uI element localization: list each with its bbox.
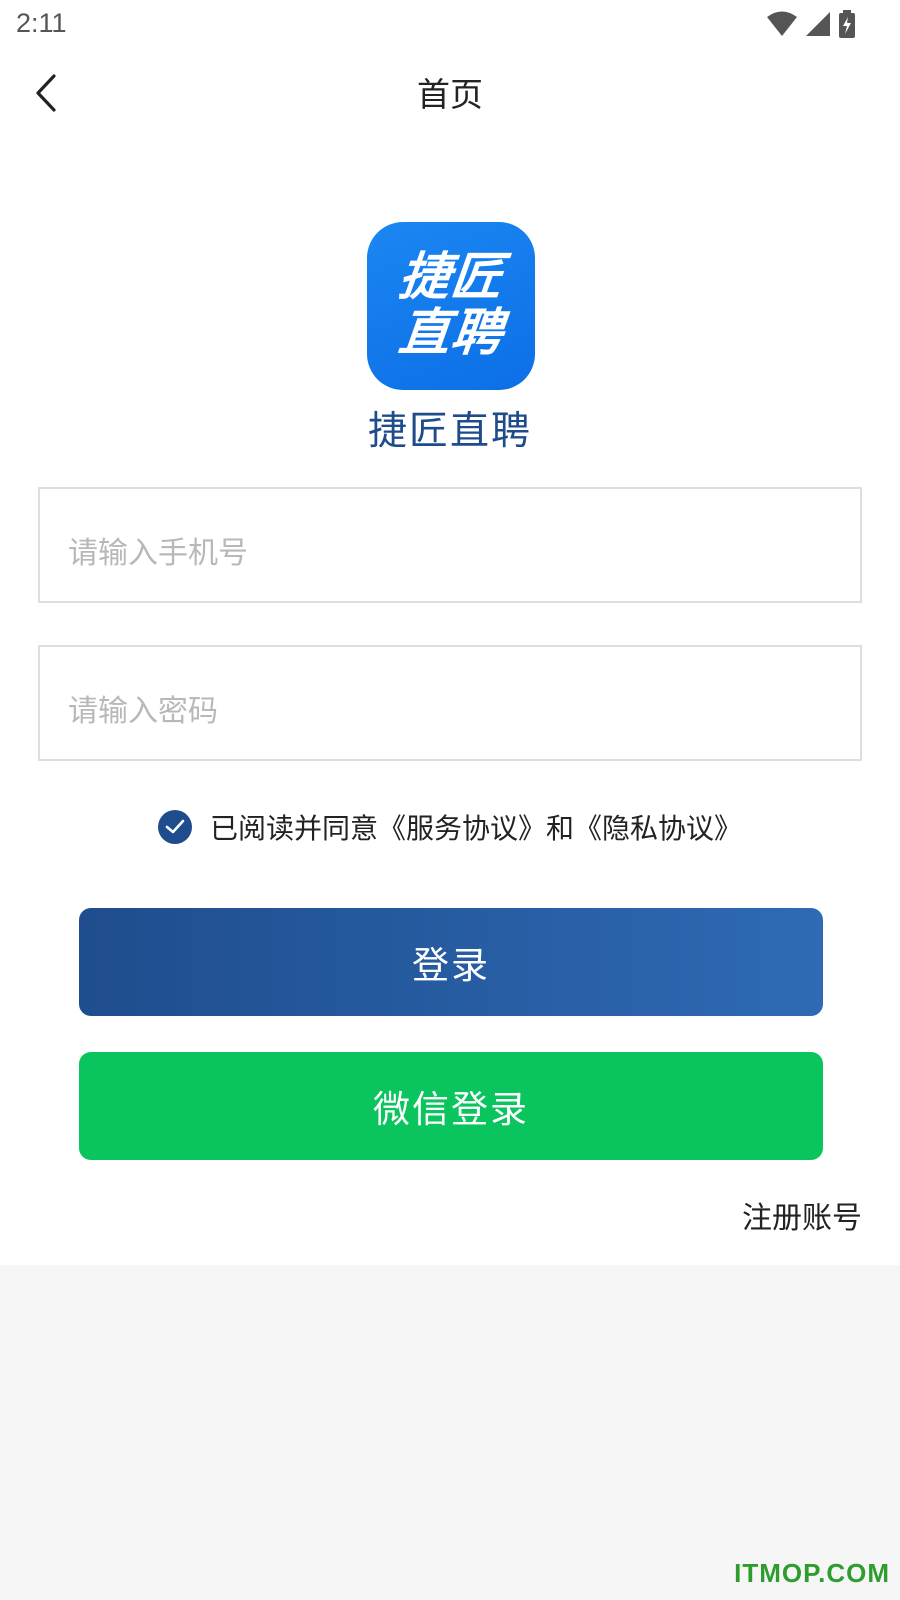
agreement-row: 已阅读并同意《服务协议》和《隐私协议》 <box>0 805 900 849</box>
phone-input[interactable] <box>68 489 828 601</box>
cellular-signal-icon <box>806 12 830 36</box>
logo-text-line1: 捷匠 <box>395 248 507 307</box>
password-input-container <box>38 645 862 761</box>
login-screen: 2:11 首页 捷匠 直聘 捷匠直聘 请输入手机号 已阅读并同意《服务协议》和《… <box>0 0 900 1600</box>
app-logo: 捷匠 直聘 <box>367 222 535 390</box>
login-button[interactable]: 登录 <box>79 908 823 1016</box>
register-link[interactable]: 注册账号 <box>742 1193 862 1237</box>
app-name: 捷匠直聘 <box>367 409 532 454</box>
watermark: ITMOP.COM <box>734 1558 890 1588</box>
phone-input-container <box>38 487 862 603</box>
password-input[interactable] <box>68 647 828 759</box>
logo-text-line2: 直聘 <box>395 304 507 363</box>
title-bar: 首页 <box>0 50 900 134</box>
agreement-text[interactable]: 已阅读并同意《服务协议》和《隐私协议》 <box>210 807 742 847</box>
status-bar: 2:11 <box>0 0 900 50</box>
agreement-checkbox[interactable] <box>157 810 192 844</box>
battery-charging-icon <box>839 10 855 38</box>
wechat-login-button[interactable]: 微信登录 <box>79 1052 823 1160</box>
wifi-icon <box>767 11 797 36</box>
status-icons <box>766 10 856 38</box>
status-time: 2:11 <box>16 8 67 38</box>
page-title: 首页 <box>417 75 483 114</box>
checkmark-icon <box>165 819 185 834</box>
